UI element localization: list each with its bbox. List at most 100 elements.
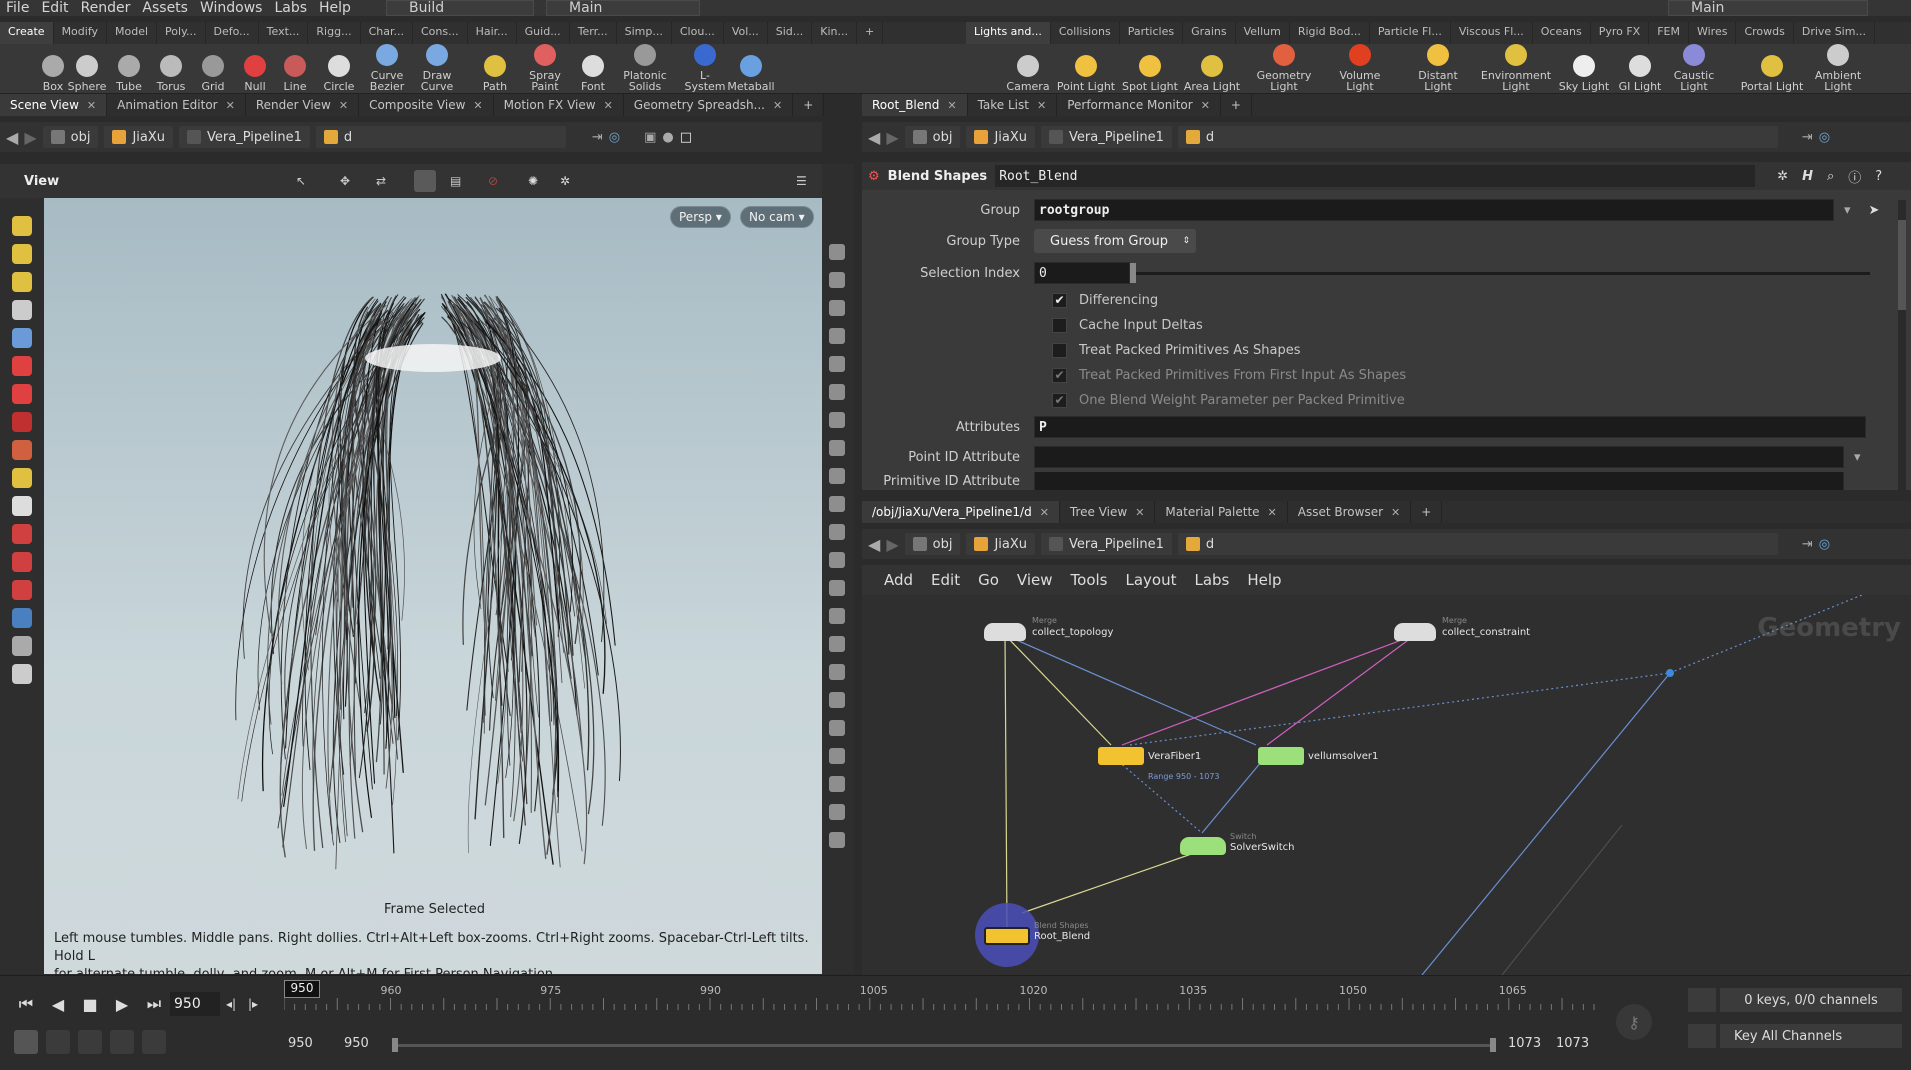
toolbox-tool-icon[interactable] (0, 352, 44, 380)
display-option-icon[interactable] (822, 518, 852, 546)
help-icon[interactable]: ? (1875, 169, 1882, 184)
display-icon[interactable]: ● (662, 130, 673, 145)
desktop-dropdown[interactable]: Build (386, 0, 534, 16)
shelf-tab-right[interactable]: Viscous Fl... (1451, 22, 1533, 44)
network-pane-tab[interactable]: Asset Browser ✕ (1288, 501, 1412, 523)
display-option-icon[interactable] (822, 406, 852, 434)
param-pin-icon[interactable]: ⇥ (1802, 130, 1813, 145)
shelf-tool-platonic-solids[interactable]: Platonic Solids (620, 44, 670, 94)
net-menu-labs[interactable]: Labs (1194, 571, 1229, 589)
toolbox-tool-icon[interactable] (0, 240, 44, 268)
toolbox-tool-icon[interactable] (0, 436, 44, 464)
display-option-icon[interactable] (822, 574, 852, 602)
display-option-icon[interactable] (822, 462, 852, 490)
shelf-tab[interactable]: Text... (259, 22, 309, 44)
maximize-icon[interactable]: □ (680, 130, 692, 145)
net-link-icon[interactable]: ◎ (1819, 537, 1830, 552)
net-path-jiaxu[interactable]: JiaXu (966, 533, 1036, 555)
forward-icon[interactable]: ▶ (24, 128, 36, 147)
display-option-icon[interactable] (822, 378, 852, 406)
display-option-icon[interactable] (822, 546, 852, 574)
toolbox-tool-icon[interactable] (0, 296, 44, 324)
param-pane-tab[interactable]: Performance Monitor ✕ (1057, 94, 1221, 116)
net-forward-icon[interactable]: ▶ (886, 535, 898, 554)
shelf-tab-right[interactable]: Rigid Bod... (1290, 22, 1370, 44)
shelf-tab[interactable]: Sid... (768, 22, 813, 44)
display-option-icon[interactable] (822, 686, 852, 714)
display-option-icon[interactable] (822, 770, 852, 798)
param-link-icon[interactable]: ◎ (1819, 130, 1830, 145)
toolbox-tool-icon[interactable] (0, 380, 44, 408)
step-forward-icon[interactable]: |▸ (242, 988, 264, 1020)
shelf-tab-right[interactable]: Wires (1689, 22, 1737, 44)
net-menu-help[interactable]: Help (1247, 571, 1281, 589)
shelf-tool-path[interactable]: Path (470, 44, 520, 94)
range-slider[interactable] (392, 1038, 1496, 1052)
shelf-tab-right[interactable]: Vellum (1236, 22, 1290, 44)
net-menu-edit[interactable]: Edit (931, 571, 960, 589)
range-handle-right[interactable] (1490, 1038, 1496, 1052)
left-pane-tab[interactable]: Scene View ✕ (0, 94, 108, 116)
toolbox-tool-icon[interactable] (0, 660, 44, 688)
display-option-icon[interactable] (822, 294, 852, 322)
shelf-tool-geometry-light[interactable]: Geometry Light (1252, 44, 1316, 94)
shelf-tab[interactable]: Rigg... (308, 22, 361, 44)
toolbox-tool-icon[interactable] (0, 548, 44, 576)
shelf-tab-right[interactable]: Lights and... (966, 22, 1051, 44)
node-name-field[interactable]: Root_Blend (995, 165, 1756, 187)
node-collect-topology[interactable] (984, 623, 1026, 641)
toolbox-tool-icon[interactable] (0, 268, 44, 296)
range-end-2[interactable]: 1073 (1556, 1036, 1589, 1051)
left-pane-tab[interactable]: Render View ✕ (246, 94, 360, 116)
houdini-help-icon[interactable]: H (1802, 169, 1813, 184)
close-icon[interactable]: ✕ (773, 99, 782, 112)
group-dropdown-icon[interactable]: ▾ (1844, 203, 1851, 218)
back-icon[interactable]: ◀ (6, 128, 18, 147)
net-menu-view[interactable]: View (1017, 571, 1053, 589)
shelf-tool-l-system[interactable]: L-System (680, 44, 730, 94)
shelf-tab[interactable]: Modify (54, 22, 108, 44)
param-back-icon[interactable]: ◀ (868, 128, 880, 147)
net-path-obj[interactable]: obj (904, 533, 961, 555)
shelf-tool-curve-bezier[interactable]: Curve Bezier (362, 44, 412, 94)
transform-icon[interactable]: ✥ (340, 174, 350, 188)
close-icon[interactable]: ✕ (1268, 506, 1277, 519)
toolbox-tool-icon[interactable] (0, 492, 44, 520)
play-icon[interactable]: ▶ (106, 988, 138, 1020)
snap-icon[interactable] (414, 170, 436, 192)
close-icon[interactable]: ✕ (1040, 506, 1049, 519)
add-tab-icon[interactable]: + (1221, 94, 1252, 116)
network-pane-tab[interactable]: Tree View ✕ (1060, 501, 1156, 523)
shelf-tab[interactable]: Poly... (157, 22, 206, 44)
cache-checkbox[interactable] (1052, 317, 1067, 333)
path-pipeline[interactable]: Vera_Pipeline1 (179, 126, 310, 148)
left-pane-tab[interactable]: Motion FX View ✕ (494, 94, 624, 116)
net-path-pipeline[interactable]: Vera_Pipeline1 (1041, 533, 1172, 555)
display-option-icon[interactable] (822, 798, 852, 826)
menu-render[interactable]: Render (75, 0, 137, 16)
display-option-icon[interactable] (822, 350, 852, 378)
shelf-tool-font[interactable]: Font (568, 44, 618, 94)
display-option-icon[interactable] (822, 714, 852, 742)
lights-icon[interactable]: ✺ (528, 174, 538, 188)
close-icon[interactable]: ✕ (473, 99, 482, 112)
close-icon[interactable]: ✕ (604, 99, 613, 112)
net-menu-layout[interactable]: Layout (1125, 571, 1176, 589)
close-icon[interactable]: ✕ (1037, 99, 1046, 112)
key-all-channels-button[interactable]: Key All Channels (1720, 1024, 1902, 1048)
add-tab-icon[interactable]: + (793, 94, 825, 116)
group-type-menu[interactable]: Guess from Group ⇕ (1034, 229, 1196, 253)
range-handle-left[interactable] (392, 1038, 398, 1052)
close-icon[interactable]: ✕ (1391, 506, 1400, 519)
cube-icon[interactable]: ▣ (644, 130, 656, 145)
shelf-tab-right[interactable]: Crowds (1736, 22, 1794, 44)
right-layout-dropdown[interactable]: Main (1668, 0, 1868, 16)
range-end[interactable]: 1073 (1508, 1036, 1541, 1051)
menu-assets[interactable]: Assets (136, 0, 194, 16)
param-pane-tab[interactable]: Root_Blend ✕ (862, 94, 968, 116)
toolbox-tool-icon[interactable] (0, 604, 44, 632)
play-reverse-icon[interactable]: ◀ (42, 988, 74, 1020)
jump-start-icon[interactable]: ⏮ (10, 988, 42, 1020)
path-jiaxu[interactable]: JiaXu (104, 126, 174, 148)
net-menu-tools[interactable]: Tools (1071, 571, 1108, 589)
